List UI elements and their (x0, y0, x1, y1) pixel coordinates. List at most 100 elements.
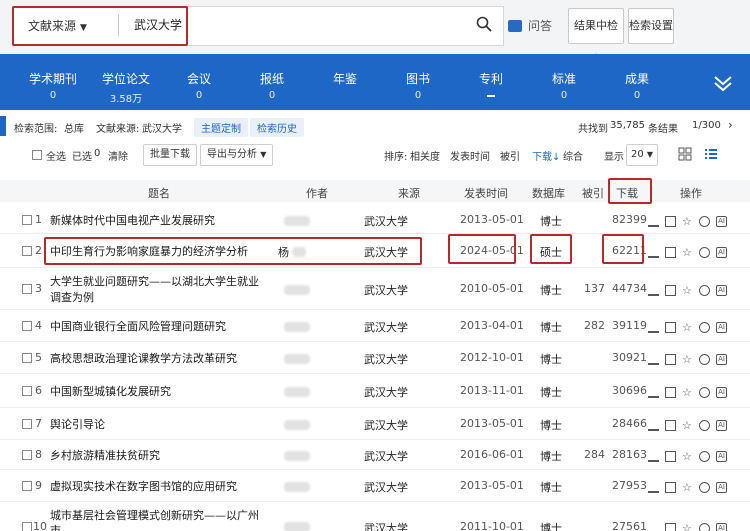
row-source[interactable]: 武汉大学 (364, 351, 408, 367)
download-icon[interactable] (648, 387, 659, 398)
read-icon[interactable] (665, 419, 676, 431)
topic-custom-chip[interactable]: 主题定制 (194, 118, 248, 137)
chevron-right-icon[interactable]: › (728, 118, 733, 132)
download-icon[interactable] (648, 285, 659, 296)
list-view-icon[interactable] (704, 147, 718, 161)
header-date[interactable]: 发表时间 (464, 185, 508, 201)
nav-item-newspapers[interactable]: 报纸 0 (237, 70, 307, 101)
header-database[interactable]: 数据库 (532, 185, 565, 201)
download-icon[interactable] (648, 523, 659, 531)
clear-button[interactable]: 清除 (108, 148, 128, 163)
table-row[interactable]: 8 乡村旅游精准扶贫研究 武汉大学 2016-06-01 博士 284 2816… (0, 440, 750, 470)
download-icon[interactable] (648, 451, 659, 462)
select-all-checkbox[interactable] (32, 150, 42, 160)
nav-item-patents[interactable]: 专利 (456, 70, 526, 97)
cite-icon[interactable] (699, 450, 710, 462)
nav-item-journals[interactable]: 学术期刊 0 (18, 70, 88, 101)
read-icon[interactable] (665, 386, 676, 398)
search-history-chip[interactable]: 检索历史 (250, 118, 304, 137)
star-icon[interactable]: ☆ (682, 247, 693, 258)
row-checkbox[interactable] (22, 450, 32, 460)
row-source[interactable]: 武汉大学 (364, 520, 408, 531)
ai-icon[interactable]: AI (716, 353, 727, 365)
row-title-line2[interactable]: 调查为例 (50, 290, 94, 305)
ai-icon[interactable]: AI (716, 215, 727, 227)
row-source[interactable]: 武汉大学 (364, 479, 408, 495)
ai-icon[interactable]: AI (716, 419, 727, 431)
row-title[interactable]: 乡村旅游精准扶贫研究 (50, 448, 160, 463)
star-icon[interactable]: ☆ (682, 482, 693, 493)
table-row[interactable]: 6 中国新型城镇化发展研究 武汉大学 2013-11-01 博士 30696 ☆… (0, 374, 750, 408)
batch-download-button[interactable]: 批量下载 (143, 144, 197, 166)
row-source[interactable]: 武汉大学 (364, 213, 408, 229)
read-icon[interactable] (665, 246, 676, 258)
row-checkbox[interactable] (22, 246, 32, 256)
qa-button[interactable]: 问答 (508, 17, 552, 34)
row-source[interactable]: 武汉大学 (364, 417, 408, 433)
header-cited[interactable]: 被引 (582, 185, 604, 201)
table-row[interactable]: 1 新媒体时代中国电视产业发展研究 武汉大学 2013-05-01 博士 823… (0, 206, 750, 234)
star-icon[interactable]: ☆ (682, 387, 693, 398)
nav-item-theses[interactable]: 学位论文 3.58万 (91, 70, 161, 105)
sort-download[interactable]: 下载↓ (532, 148, 560, 163)
star-icon[interactable]: ☆ (682, 322, 693, 333)
table-row[interactable]: 7 舆论引导论 武汉大学 2013-05-01 博士 28466 ☆ AI (0, 408, 750, 440)
row-cited[interactable]: 137 (584, 282, 605, 295)
row-checkbox[interactable] (22, 522, 32, 531)
export-analysis-button[interactable]: 导出与分析 ▼ (200, 144, 274, 166)
row-title[interactable]: 新媒体时代中国电视产业发展研究 (50, 213, 215, 228)
row-checkbox[interactable] (22, 386, 32, 396)
ai-icon[interactable]: AI (716, 284, 727, 296)
cite-icon[interactable] (699, 419, 710, 431)
source-select[interactable]: 文献来源 ▼ (28, 17, 87, 34)
row-cited[interactable]: 282 (584, 319, 605, 332)
read-icon[interactable] (665, 321, 676, 333)
nav-item-achievements[interactable]: 成果 0 (602, 70, 672, 101)
read-icon[interactable] (665, 353, 676, 365)
ai-icon[interactable]: AI (716, 321, 727, 333)
star-icon[interactable]: ☆ (682, 420, 693, 431)
table-row[interactable]: 10 城市基层社会管理模式创新研究——以广州 市... 武汉大学 2011-10… (0, 502, 750, 531)
side-tab[interactable] (0, 116, 6, 136)
row-checkbox[interactable] (22, 481, 32, 491)
ai-icon[interactable]: AI (716, 481, 727, 493)
cite-icon[interactable] (699, 321, 710, 333)
star-icon[interactable]: ☆ (682, 285, 693, 296)
nav-item-yearbooks[interactable]: 年鉴 (310, 70, 380, 90)
download-icon[interactable] (648, 247, 659, 258)
row-checkbox[interactable] (22, 321, 32, 331)
read-icon[interactable] (665, 215, 676, 227)
row-checkbox[interactable] (22, 419, 32, 429)
read-icon[interactable] (665, 284, 676, 296)
sort-date[interactable]: 发表时间 (450, 148, 490, 163)
row-cited[interactable]: 284 (584, 448, 605, 461)
row-checkbox[interactable] (22, 284, 32, 294)
nav-item-books[interactable]: 图书 0 (383, 70, 453, 101)
row-source[interactable]: 武汉大学 (364, 282, 408, 298)
header-source[interactable]: 来源 (398, 185, 420, 201)
download-icon[interactable] (648, 216, 659, 227)
page-size-select[interactable]: 20 ▼ (626, 144, 659, 166)
row-title[interactable]: 大学生就业问题研究——以湖北大学生就业 (50, 274, 259, 289)
cite-icon[interactable] (699, 246, 710, 258)
download-icon[interactable] (648, 354, 659, 365)
ai-icon[interactable]: AI (716, 450, 727, 462)
row-title[interactable]: 高校思想政治理论课教学方法改革研究 (50, 351, 237, 366)
download-icon[interactable] (648, 482, 659, 493)
cite-icon[interactable] (699, 481, 710, 493)
table-row[interactable]: 3 大学生就业问题研究——以湖北大学生就业 调查为例 武汉大学 2010-05-… (0, 268, 750, 310)
nav-item-conferences[interactable]: 会议 0 (164, 70, 234, 101)
search-in-results-button[interactable]: 结果中检索 (568, 8, 624, 66)
row-title[interactable]: 中国商业银行全面风险管理问题研究 (50, 319, 226, 334)
cite-icon[interactable] (699, 522, 710, 531)
sort-relevance[interactable]: 相关度 (410, 148, 440, 163)
download-icon[interactable] (648, 322, 659, 333)
cite-icon[interactable] (699, 353, 710, 365)
download-icon[interactable] (648, 420, 659, 431)
header-title[interactable]: 题名 (148, 185, 170, 201)
read-icon[interactable] (665, 481, 676, 493)
row-checkbox[interactable] (22, 215, 32, 225)
row-source[interactable]: 武汉大学 (364, 384, 408, 400)
ai-icon[interactable]: AI (716, 522, 727, 531)
nav-item-standards[interactable]: 标准 0 (529, 70, 599, 101)
